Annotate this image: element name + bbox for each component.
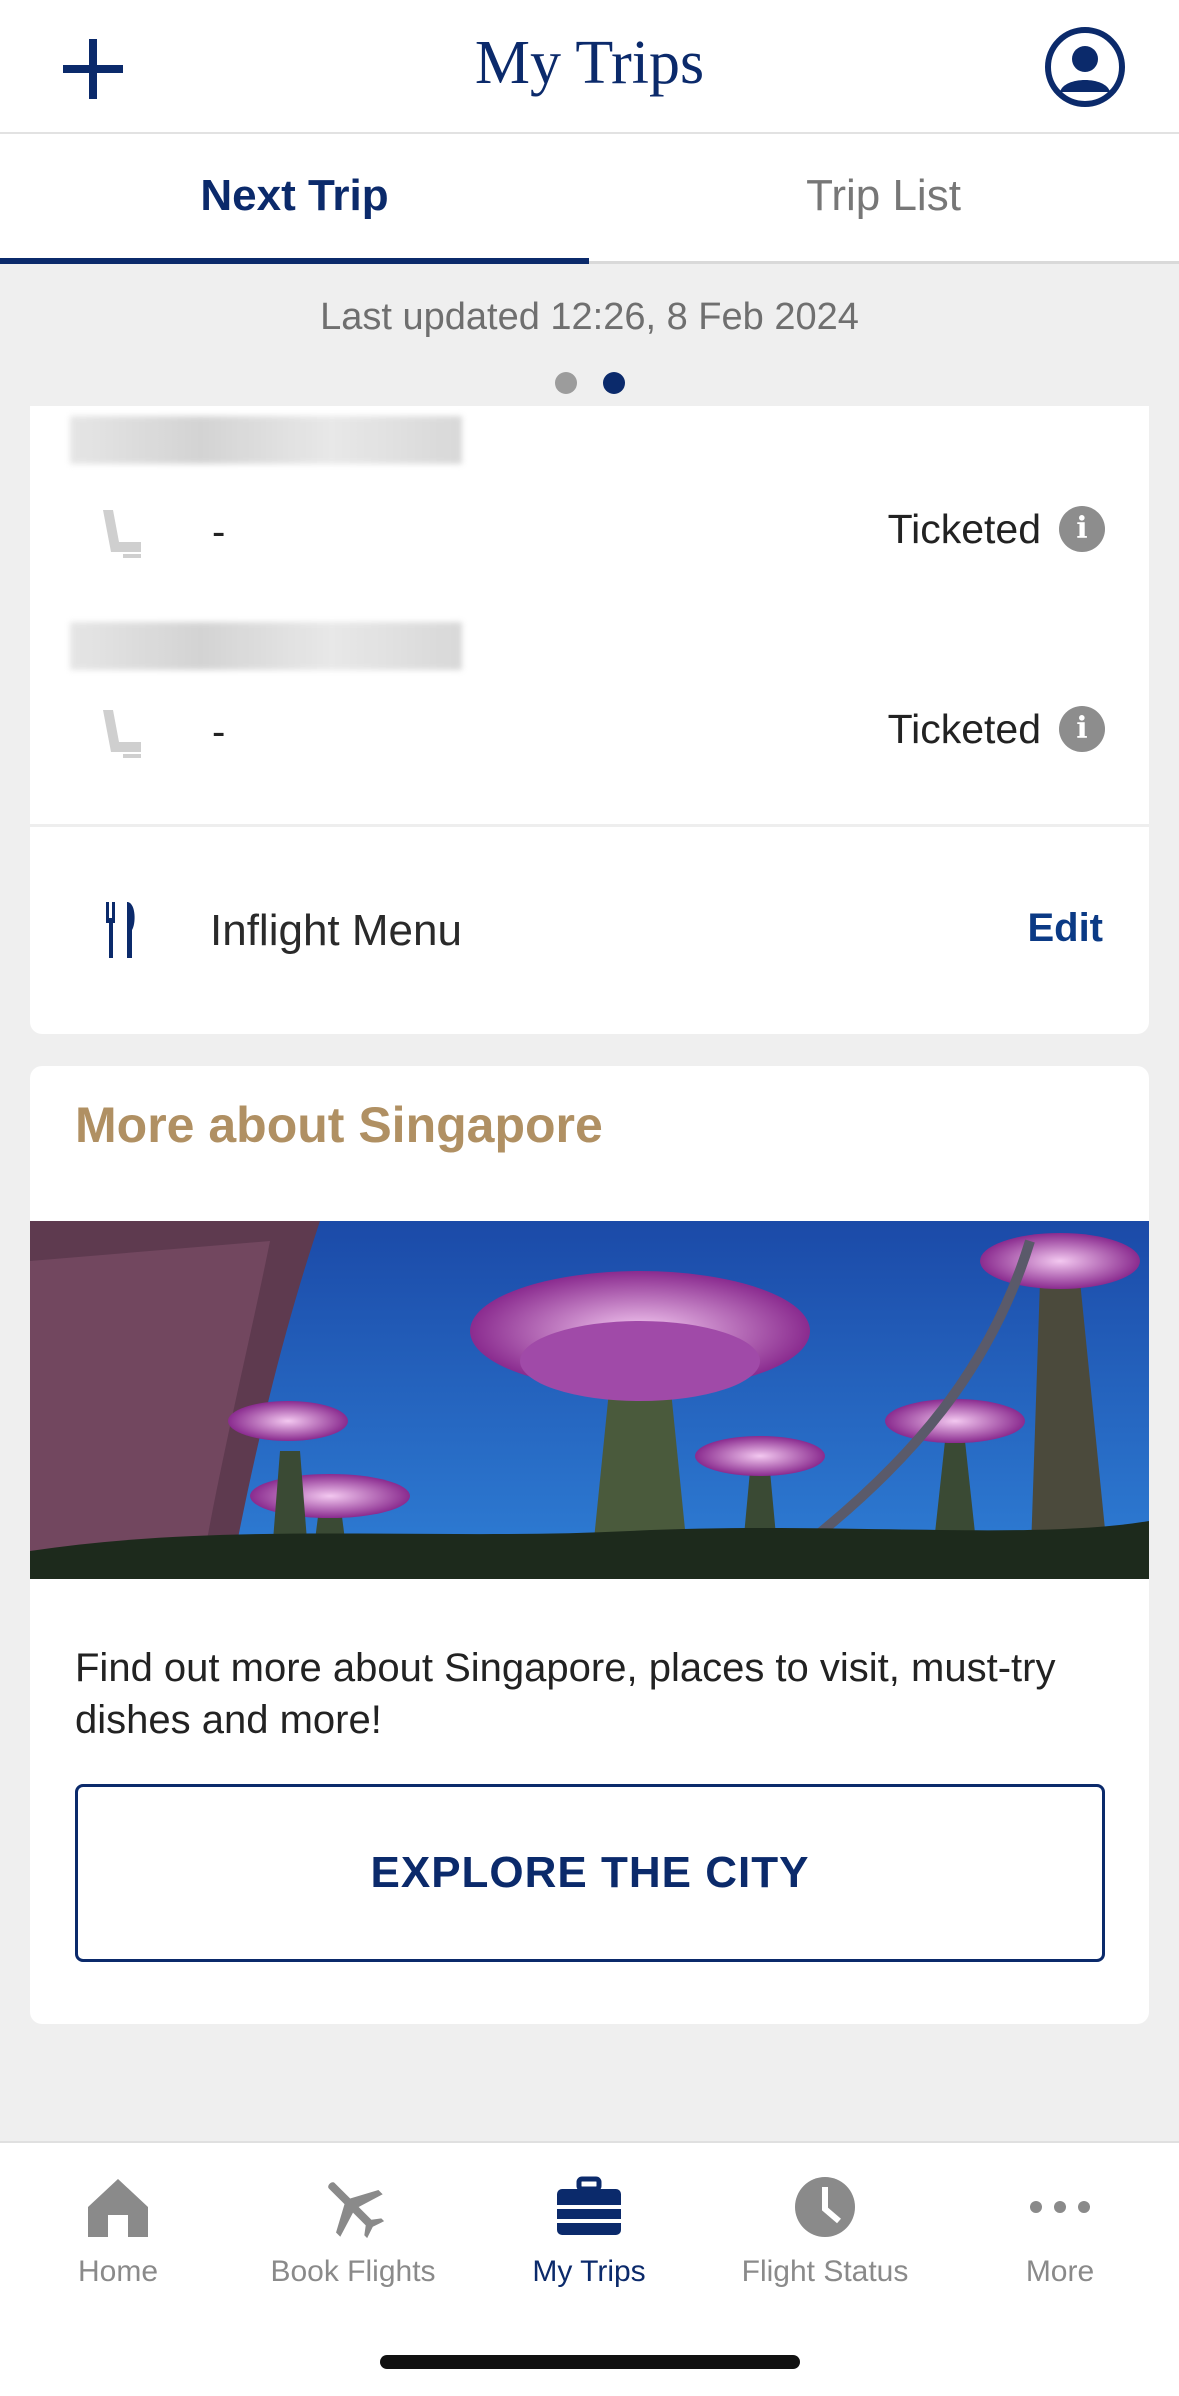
gardens-by-the-bay-image <box>30 1221 1149 1579</box>
seat-icon <box>103 710 141 758</box>
info-icon[interactable]: i <box>1059 706 1105 752</box>
trip-passengers-card: - Ticketed i - Ticketed i Inflight Menu … <box>30 406 1149 1034</box>
fork-knife-icon <box>106 902 135 958</box>
redacted-passenger-name <box>70 622 462 670</box>
trip-tabs: Next Trip Trip List <box>0 134 1179 264</box>
destination-title: More about Singapore <box>75 1097 603 1153</box>
nav-my-trips[interactable]: My Trips <box>471 2171 707 2289</box>
top-app-bar: My Trips <box>0 0 1179 134</box>
clock-icon <box>795 2177 855 2237</box>
page-title: My Trips <box>474 29 705 97</box>
ticket-status: Ticketed <box>887 706 1041 752</box>
page-dot-1[interactable] <box>554 372 577 394</box>
inflight-menu-label: Inflight Menu <box>210 906 462 955</box>
profile-icon[interactable] <box>1044 26 1126 108</box>
tab-trip-list[interactable]: Trip List <box>589 134 1178 264</box>
page-indicator <box>0 372 1179 396</box>
seat-number: - <box>212 710 226 754</box>
info-icon[interactable]: i <box>1059 506 1105 552</box>
divider <box>30 824 1149 827</box>
nav-more[interactable]: More <box>942 2171 1178 2289</box>
tab-next-trip[interactable]: Next Trip <box>0 134 589 264</box>
page-dot-2[interactable] <box>602 372 625 394</box>
briefcase-icon <box>557 2176 621 2235</box>
nav-more-label: More <box>1025 2255 1095 2288</box>
destination-card: More about Singapore Find out more about… <box>30 1066 1149 2024</box>
nav-flight-status[interactable]: Flight Status <box>707 2171 943 2289</box>
seat-number: - <box>212 510 226 554</box>
last-updated-text: Last updated 12:26, 8 Feb 2024 <box>320 296 859 338</box>
plane-icon <box>328 2182 385 2239</box>
redacted-passenger-name <box>70 416 462 464</box>
nav-book-flights-label: Book Flights <box>270 2255 436 2288</box>
nav-flight-status-label: Flight Status <box>741 2255 909 2288</box>
seat-icon <box>103 510 141 558</box>
nav-book-flights[interactable]: Book Flights <box>235 2171 471 2289</box>
ticket-status: Ticketed <box>887 506 1041 552</box>
home-indicator <box>380 2355 800 2369</box>
home-icon <box>88 2179 148 2237</box>
explore-city-button[interactable]: EXPLORE THE CITY <box>75 1784 1105 1962</box>
nav-home-label: Home <box>77 2255 159 2288</box>
destination-description: Find out more about Singapore, places to… <box>75 1646 1056 1742</box>
nav-my-trips-label: My Trips <box>532 2255 646 2288</box>
inflight-menu-edit-button[interactable]: Edit <box>1027 906 1103 951</box>
nav-home[interactable]: Home <box>0 2171 236 2289</box>
more-dots-icon <box>1030 2201 1090 2213</box>
